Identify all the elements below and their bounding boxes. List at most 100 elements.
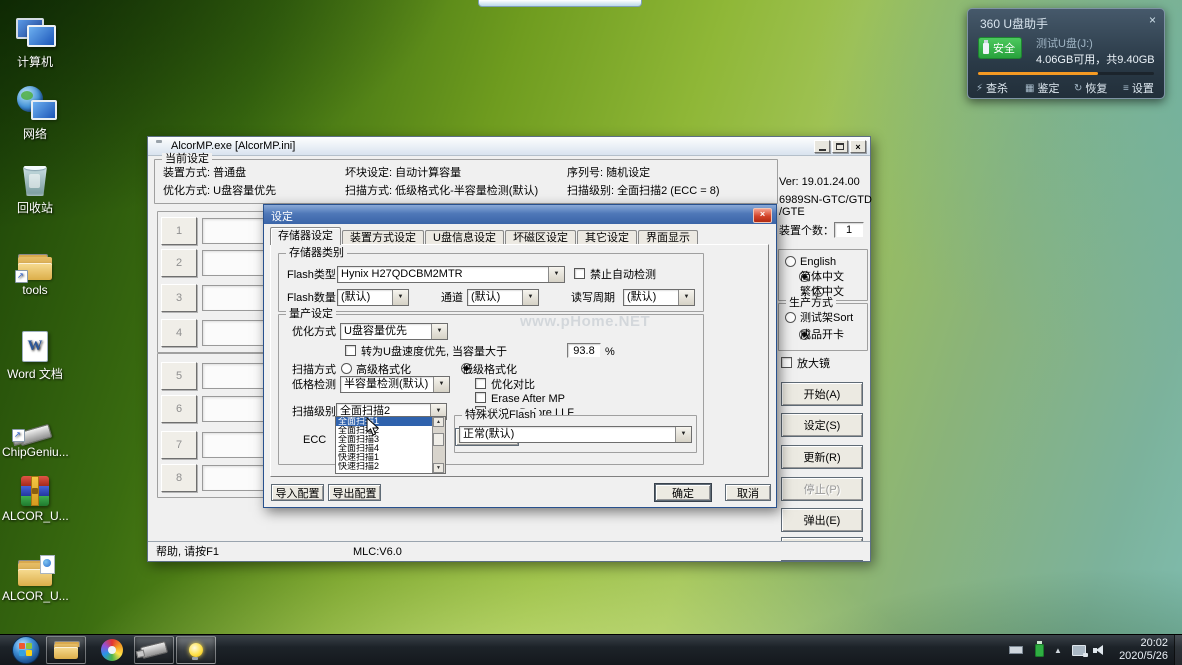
dialog-titlebar[interactable]: 设定 × (264, 205, 776, 224)
action-label: 鉴定 (1037, 83, 1060, 95)
tray-keyboard-icon[interactable] (1005, 635, 1027, 665)
desktop-icon-alcor-folder[interactable]: ALCOR_U... (2, 548, 69, 603)
tab-other-settings[interactable]: 其它设定 (576, 230, 637, 245)
group-title: 量产设定 (286, 308, 336, 320)
group-title: 存储器类别 (286, 247, 347, 259)
dropdown-arrow-icon: ▼ (548, 267, 564, 282)
tray-expand-icon[interactable]: ▲ (1050, 635, 1066, 665)
dropdown-arrow-icon: ▼ (431, 324, 447, 339)
percent-sign: % (605, 346, 615, 358)
start-button[interactable] (6, 636, 46, 664)
refresh-button[interactable]: 更新(R) (781, 445, 863, 469)
erase-after-mp-checkbox[interactable] (475, 392, 486, 403)
list-scrollbar[interactable]: ▲ ▼ (432, 417, 445, 473)
scroll-thumb[interactable] (433, 433, 444, 446)
desktop-icon-tools[interactable]: tools (2, 242, 68, 297)
tab-memory-settings[interactable]: 存储器设定 (270, 227, 341, 245)
taskbar-explorer-button[interactable] (46, 636, 86, 664)
port-button[interactable]: 7 (161, 431, 197, 459)
list-item[interactable]: 全面扫描1 (336, 417, 435, 426)
windows-start-icon (12, 636, 40, 664)
radio-high-level-format[interactable] (341, 363, 352, 374)
tray-volume-icon[interactable] (1090, 635, 1110, 665)
list-item[interactable]: 快速扫描1 (336, 453, 435, 462)
taskbar-browser-button[interactable] (92, 636, 132, 664)
tab-bad-sector-settings[interactable]: 坏磁区设定 (504, 230, 576, 245)
export-config-button[interactable]: 导出配置 (328, 484, 381, 501)
optimize-compare-checkbox[interactable] (475, 378, 486, 389)
settings-button[interactable]: 设定(S) (781, 413, 863, 437)
mouse-cursor (366, 416, 380, 440)
rw-cycle-dropdown[interactable]: (默认) ▼ (623, 289, 695, 306)
desktop-icon-recycle-bin[interactable]: 回收站 (2, 158, 68, 216)
ecc-label: ECC (303, 434, 327, 446)
minimize-button[interactable] (814, 140, 830, 153)
maximize-button[interactable] (832, 140, 848, 153)
disable-autodetect-label: 禁止自动检测 (590, 269, 656, 281)
usb-stick-icon (139, 641, 169, 659)
eject-button[interactable]: 弹出(E) (781, 508, 863, 532)
scroll-down-icon[interactable]: ▼ (433, 463, 444, 473)
scroll-up-icon[interactable]: ▲ (433, 417, 444, 427)
port-button[interactable]: 1 (161, 217, 197, 245)
hidden-toolbar-tab[interactable] (478, 0, 642, 7)
settings-action-button[interactable]: ≡ 设置 (1123, 79, 1154, 97)
tab-device-mode-settings[interactable]: 装置方式设定 (342, 230, 424, 245)
start-button[interactable]: 开始(A) (781, 382, 863, 406)
restore-action-button[interactable]: ↻ 恢复 (1074, 79, 1107, 97)
radio-label: 成品开卡 (800, 329, 844, 341)
optimize-compare-label: 优化对比 (491, 379, 535, 391)
magnifier-checkbox[interactable] (781, 357, 792, 368)
desktop-icon-label: ALCOR_U... (2, 509, 69, 523)
tray-network-icon[interactable] (1068, 635, 1090, 665)
radio-label: English (800, 256, 837, 268)
port-button[interactable]: 4 (161, 319, 197, 347)
desktop-icon-chipgenius[interactable]: ChipGeniu... (2, 404, 69, 459)
optimize-dropdown[interactable]: U盘容量优先 ▼ (340, 323, 448, 340)
taskbar-chipgenius-button[interactable] (134, 636, 174, 664)
cancel-button[interactable]: 取消 (725, 484, 771, 501)
scan-action-button[interactable]: ⚡ 查杀 (976, 79, 1008, 97)
window-titlebar[interactable]: AlcorMP.exe [AlcorMP.ini] × (148, 137, 870, 156)
desktop-icon-computer[interactable]: 计算机 (2, 12, 68, 70)
port-button[interactable]: 5 (161, 362, 197, 390)
radio-test-sort[interactable] (785, 312, 796, 323)
special-flash-dropdown[interactable]: 正常(默认) ▼ (459, 426, 692, 443)
list-item[interactable]: 全面扫描4 (336, 444, 435, 453)
action-label: 查杀 (986, 83, 1009, 95)
show-desktop-button[interactable] (1174, 635, 1182, 665)
tab-usb-info-settings[interactable]: U盘信息设定 (425, 230, 504, 245)
dialog-close-button[interactable]: × (753, 208, 772, 223)
llf-detect-dropdown[interactable]: 半容量检测(默认) ▼ (340, 376, 450, 393)
taskbar-alcormp-button[interactable] (176, 636, 216, 664)
list-item[interactable]: 快速扫描2 (336, 462, 435, 471)
radio-english[interactable] (785, 256, 796, 267)
channel-dropdown[interactable]: (默认) ▼ (467, 289, 539, 306)
list-item[interactable]: 全面扫描2 (336, 426, 435, 435)
tray-usb-safe-icon[interactable] (1030, 635, 1048, 665)
list-item[interactable]: 全面扫描3 (336, 435, 435, 444)
radio-label: 高级格式化 (356, 364, 411, 376)
verify-action-button[interactable]: ▦ 鉴定 (1025, 79, 1059, 97)
speed-priority-checkbox[interactable] (345, 345, 356, 356)
desktop-icon-network[interactable]: 网络 (2, 84, 68, 142)
panel-close-icon[interactable]: × (1149, 13, 1156, 27)
import-config-button[interactable]: 导入配置 (271, 484, 324, 501)
lightning-icon: ⚡ (976, 82, 984, 94)
desktop-icon-word-doc[interactable]: Word 文档 (2, 324, 68, 382)
ok-button[interactable]: 确定 (655, 484, 711, 501)
desktop-icon-alcor-archive[interactable]: ALCOR_U... (2, 468, 69, 523)
port-button[interactable]: 6 (161, 395, 197, 423)
port-button[interactable]: 2 (161, 249, 197, 277)
speed-percent-field[interactable]: 93.8 (567, 343, 601, 358)
close-button[interactable]: × (850, 140, 866, 153)
restore-icon: ↻ (1074, 82, 1083, 94)
port-button[interactable]: 8 (161, 464, 197, 492)
flash-type-dropdown[interactable]: Hynix H27QDCBM2MTR ▼ (337, 266, 565, 283)
tab-ui-display[interactable]: 界面显示 (637, 230, 698, 245)
flash-count-dropdown[interactable]: (默认) ▼ (337, 289, 409, 306)
taskbar-clock[interactable]: 20:02 2020/5/26 (1119, 637, 1168, 663)
controller-text: 6989SN-GTC/GTD (779, 194, 872, 206)
port-button[interactable]: 3 (161, 284, 197, 312)
disable-autodetect-checkbox[interactable] (574, 268, 585, 279)
